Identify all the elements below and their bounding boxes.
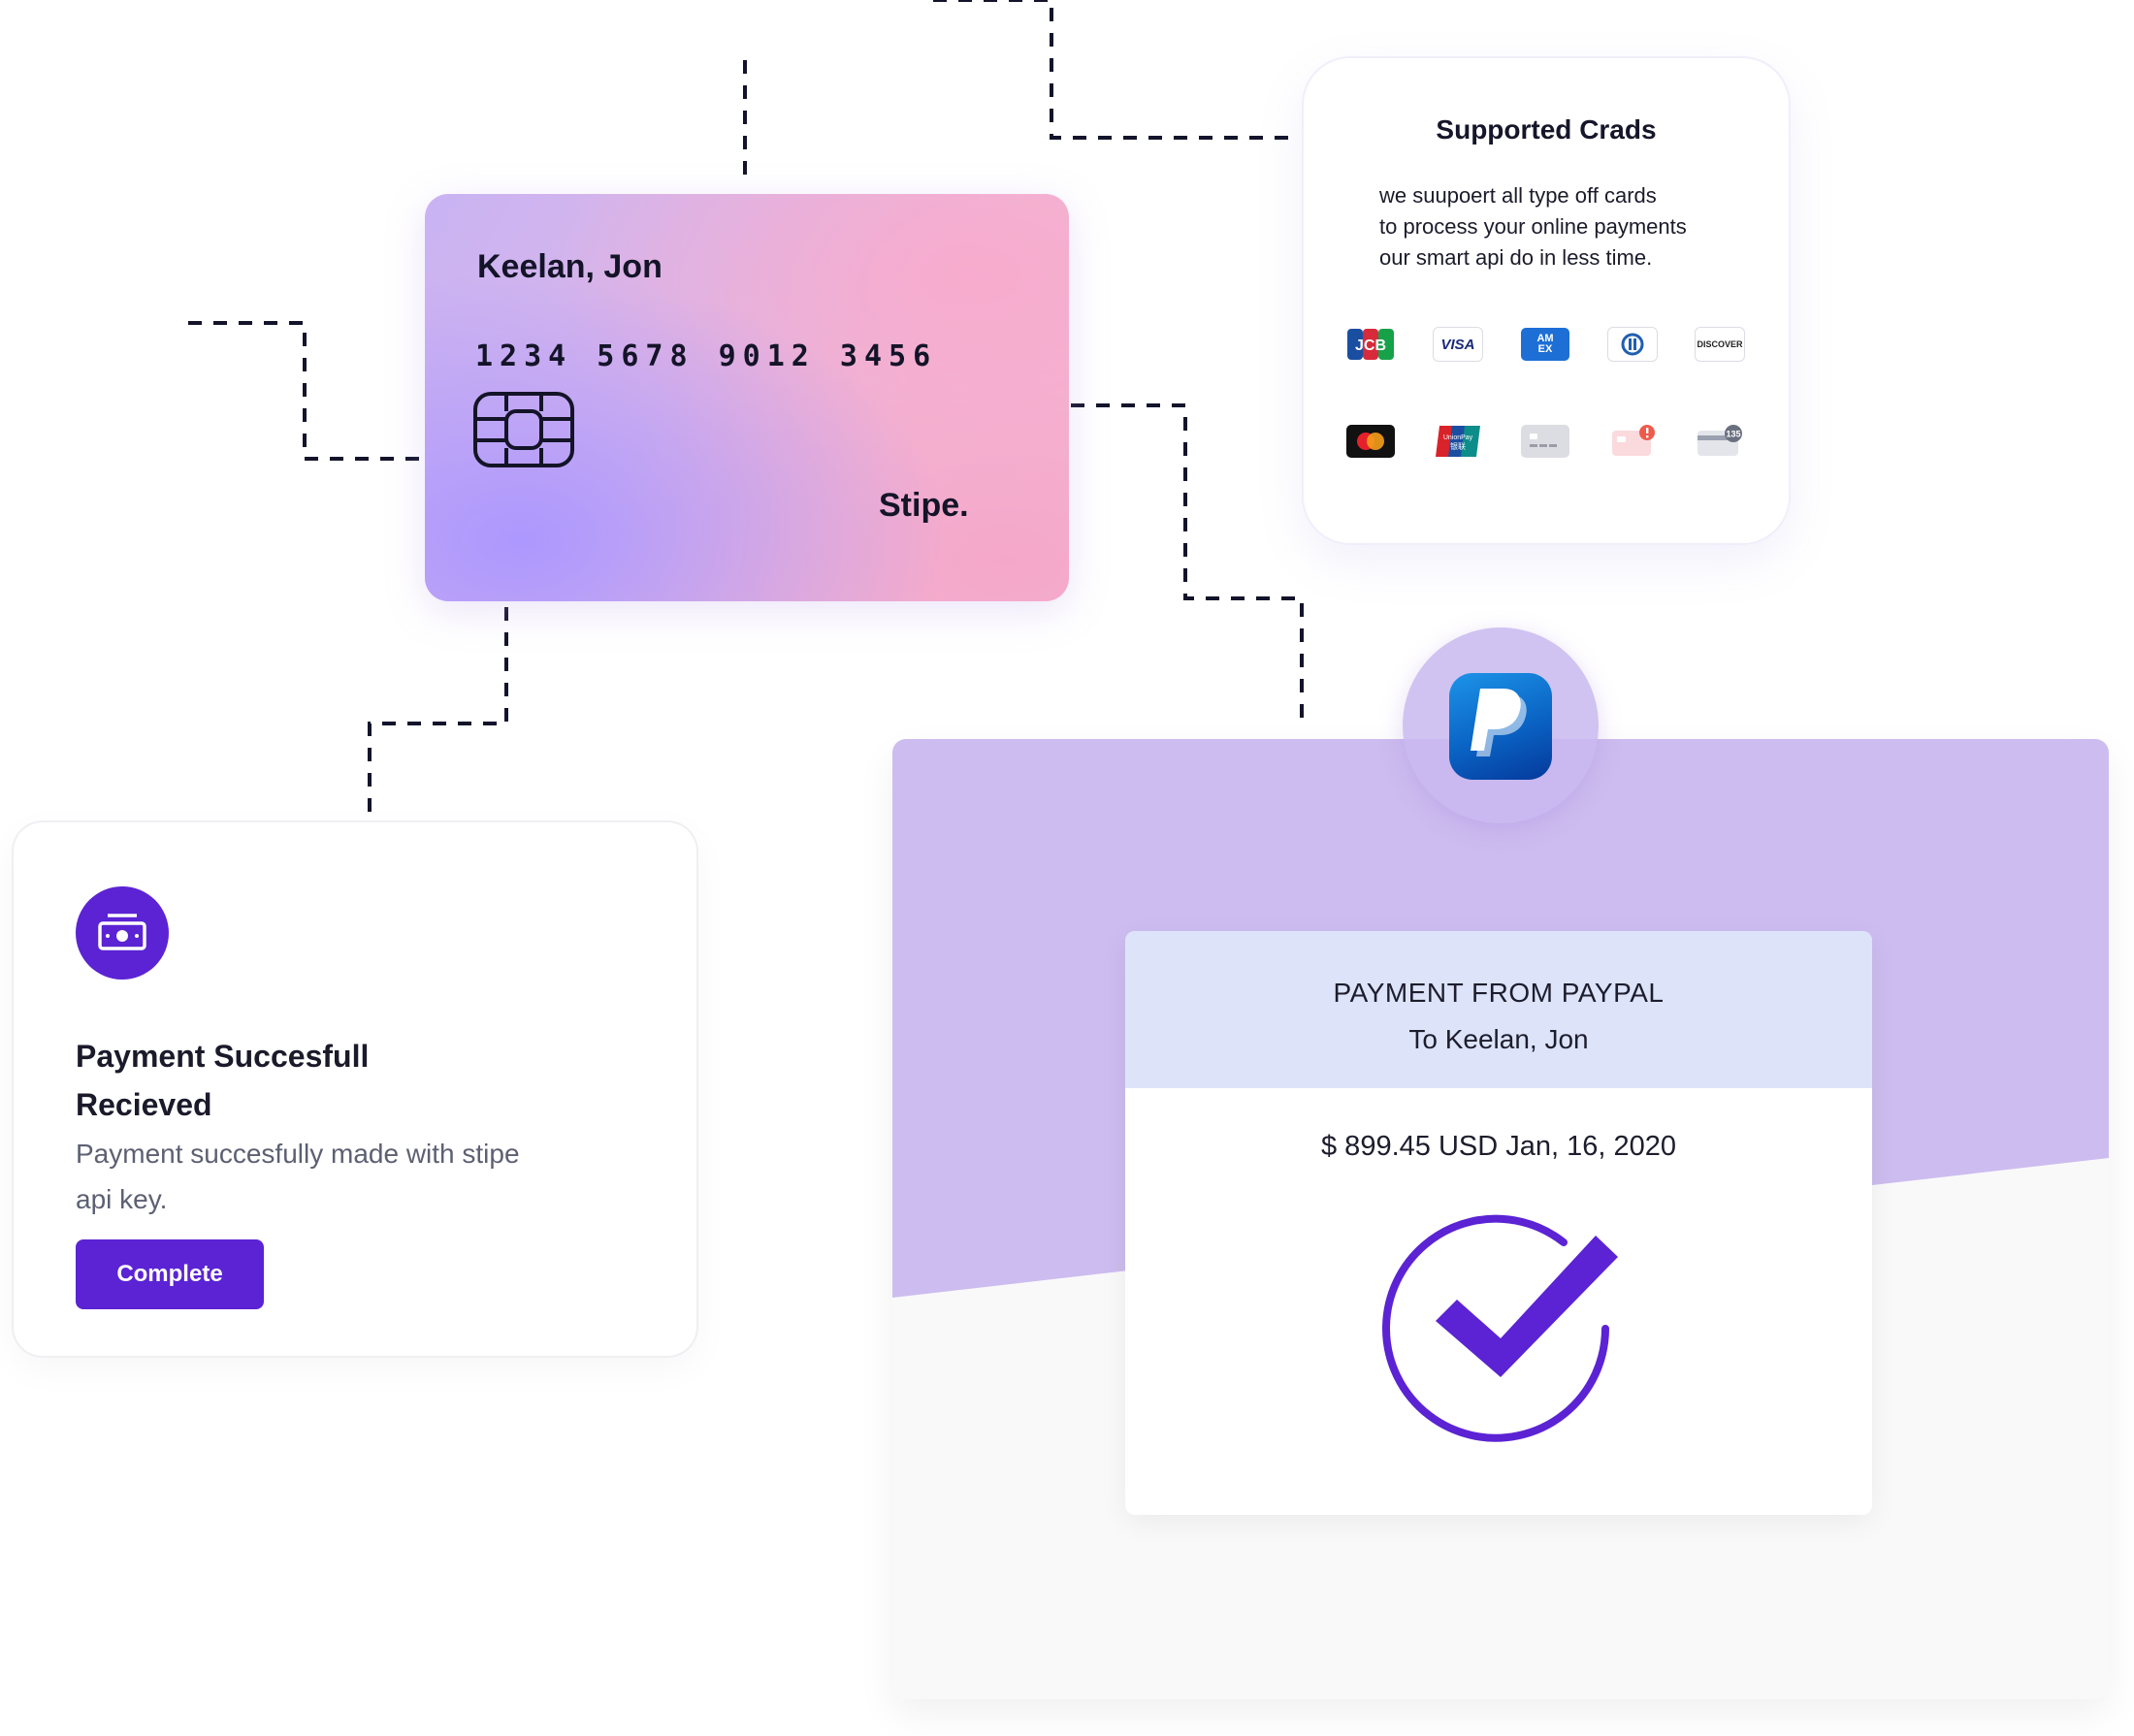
- svg-text:135: 135: [1726, 430, 1740, 439]
- payment-success-title: Payment Succesfull Recieved: [76, 1032, 561, 1129]
- card-holder-name: Keelan, Jon: [477, 248, 663, 285]
- discover-logo-icon: DISCOVER: [1696, 328, 1744, 361]
- card-chip-icon: [473, 392, 574, 467]
- payment-success-description: Payment succesfully made with stipe api …: [76, 1131, 561, 1222]
- receipt-recipient: To Keelan, Jon: [1408, 1024, 1589, 1054]
- title-line: Recieved: [76, 1087, 212, 1122]
- svg-text:银联: 银联: [1450, 441, 1466, 451]
- title-line: Payment Succesfull: [76, 1039, 370, 1074]
- description-line: our smart api do in less time.: [1379, 245, 1653, 270]
- diners-club-logo-icon: [1608, 328, 1657, 361]
- money-icon: [76, 886, 169, 980]
- supported-cards-title: Supported Crads: [1436, 114, 1657, 145]
- complete-button[interactable]: Complete: [76, 1239, 264, 1309]
- description-line: we suupoert all type off cards: [1379, 183, 1657, 208]
- card-error-icon: [1608, 425, 1657, 458]
- generic-card-icon: [1521, 425, 1569, 458]
- unionpay-logo-icon: UnionPay 银联: [1434, 425, 1482, 458]
- description-line: Payment succesfully made with stipe: [76, 1139, 520, 1169]
- jcb-logo-icon: JCB: [1346, 328, 1395, 361]
- payment-success-card: Payment Succesfull Recieved Payment succ…: [14, 822, 696, 1356]
- payment-receipt: PAYMENT FROM PAYPAL To Keelan, Jon $ 899…: [1125, 931, 1872, 1515]
- mastercard-logo-icon: [1346, 425, 1395, 458]
- visa-logo-icon: VISA: [1434, 328, 1482, 361]
- check-circle-icon: [1382, 1214, 1618, 1442]
- receipt-header: PAYMENT FROM PAYPAL To Keelan, Jon: [1125, 931, 1872, 1088]
- supported-cards-panel: Supported Crads we suupoert all type off…: [1304, 58, 1789, 543]
- receipt-amount: $ 899.45 USD Jan, 16, 2020: [1321, 1131, 1676, 1162]
- svg-text:JCB: JCB: [1355, 338, 1386, 354]
- receipt-title: PAYMENT FROM PAYPAL: [1333, 978, 1665, 1008]
- svg-text:UnionPay: UnionPay: [1443, 434, 1473, 441]
- paypal-icon: [1449, 673, 1552, 780]
- amex-logo-icon: AM EX: [1521, 328, 1569, 361]
- credit-card: Keelan, Jon 1234 5678 9012 3456 Stipe.: [425, 194, 1069, 601]
- card-cvc-icon: 135: [1696, 425, 1744, 458]
- card-brand-label: Stipe.: [879, 487, 969, 524]
- description-line: to process your online payments: [1379, 214, 1687, 239]
- description-line: api key.: [76, 1184, 168, 1214]
- supported-cards-description: we suupoert all type off cards to proces…: [1379, 180, 1748, 273]
- card-number: 1234 5678 9012 3456: [475, 339, 938, 373]
